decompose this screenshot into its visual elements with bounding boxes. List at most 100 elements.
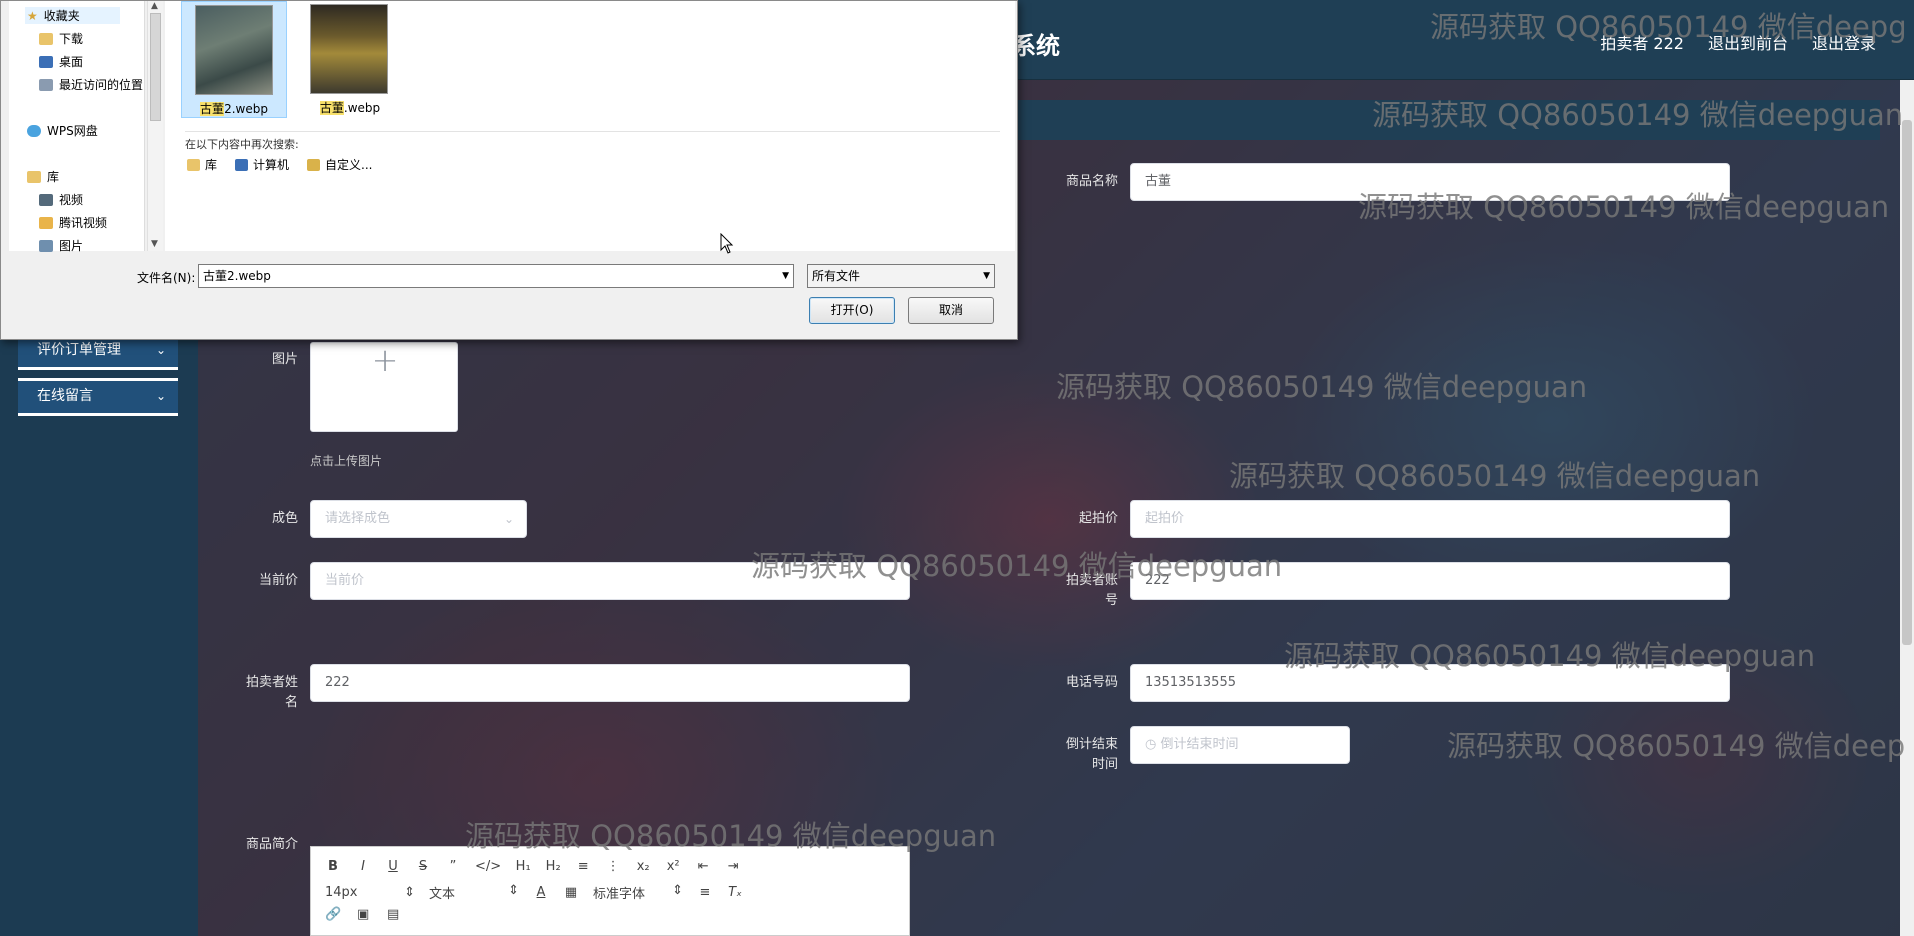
star-icon: ★ bbox=[27, 8, 38, 23]
cloud-icon bbox=[27, 124, 41, 137]
seller-name-label: 拍卖者姓名 bbox=[245, 675, 298, 710]
filename-value: 古董2.webp bbox=[203, 269, 271, 283]
nav-item-downloads[interactable]: 下载 bbox=[39, 30, 83, 47]
dropdown-arrow-icon: ▼ bbox=[983, 271, 990, 281]
start-price-input[interactable]: 起拍价 bbox=[1130, 500, 1730, 538]
current-price-placeholder: 当前价 bbox=[325, 573, 365, 588]
dialog-nav-pane: ★ 收藏夹 下载 桌面 最近访问的位置 WPS网盘 库 视频 腾讯视频 图片 bbox=[9, 1, 145, 254]
library-icon bbox=[27, 170, 41, 183]
video-icon[interactable]: ▤ bbox=[385, 907, 401, 922]
bold-icon[interactable]: B bbox=[325, 859, 341, 874]
nav-item-recent[interactable]: 最近访问的位置 bbox=[39, 76, 143, 93]
nav-label: 最近访问的位置 bbox=[59, 78, 144, 92]
search-link-library[interactable]: 库 bbox=[187, 156, 217, 173]
nav-label: 库 bbox=[47, 170, 60, 184]
open-button[interactable]: 打开(O) bbox=[809, 297, 895, 324]
nav-scrollbar[interactable]: ▲ ▼ bbox=[147, 1, 163, 251]
superscript-icon[interactable]: x² bbox=[665, 859, 681, 874]
header-1-icon[interactable]: H₁ bbox=[515, 859, 531, 874]
nav-scrollbar-thumb[interactable] bbox=[150, 13, 161, 121]
font-size-value: 14px bbox=[325, 885, 358, 900]
background-color-icon[interactable]: ▦ bbox=[563, 885, 579, 900]
bullet-list-icon[interactable]: ⋮ bbox=[605, 859, 621, 874]
font-color-icon[interactable]: A bbox=[533, 885, 549, 900]
cancel-button[interactable]: 取消 bbox=[908, 297, 994, 324]
custom-folder-icon bbox=[307, 158, 321, 171]
computer-icon bbox=[235, 158, 249, 171]
file-thumbnail bbox=[195, 5, 273, 95]
countdown-placeholder: 倒计结束时间 bbox=[1160, 737, 1239, 752]
filetype-select[interactable]: 所有文件 ▼ bbox=[807, 264, 995, 288]
search-link-label: 自定义... bbox=[325, 158, 373, 172]
clear-format-icon[interactable]: Tₓ bbox=[727, 885, 743, 900]
watermark: 源码获取 QQ86050149 微信deep bbox=[1447, 729, 1906, 763]
nav-item-desktop[interactable]: 桌面 bbox=[39, 53, 83, 70]
dropdown-arrow-icon[interactable]: ▼ bbox=[782, 265, 789, 287]
outdent-icon[interactable]: ⇤ bbox=[695, 859, 711, 874]
updown-icon: ⇕ bbox=[508, 883, 519, 898]
link-icon[interactable]: 🔗 bbox=[325, 907, 341, 922]
watermark: 源码获取 QQ86050149 微信deepguan bbox=[1284, 639, 1816, 673]
header-2-icon[interactable]: H₂ bbox=[545, 859, 561, 874]
seller-name-value: 222 bbox=[325, 675, 350, 690]
sidebar-item-label: 评价订单管理 bbox=[37, 342, 121, 358]
nav-label: WPS网盘 bbox=[47, 124, 98, 138]
scroll-up-icon[interactable]: ▲ bbox=[151, 1, 158, 11]
nav-item-videos[interactable]: 视频 bbox=[39, 191, 83, 208]
subscript-icon[interactable]: x₂ bbox=[635, 859, 651, 874]
phone-value: 13513513555 bbox=[1145, 675, 1236, 690]
indent-icon[interactable]: ⇥ bbox=[725, 859, 741, 874]
mouse-pointer-icon bbox=[720, 233, 734, 254]
nav-item-library[interactable]: 库 bbox=[27, 168, 59, 185]
blockquote-icon[interactable]: ” bbox=[445, 859, 461, 874]
search-link-computer[interactable]: 计算机 bbox=[235, 156, 289, 173]
file-name-rest: .webp bbox=[343, 101, 381, 115]
font-size-select[interactable]: 14px ⇕ bbox=[325, 885, 415, 900]
search-link-custom[interactable]: 自定义... bbox=[307, 156, 372, 173]
strike-icon[interactable]: S bbox=[415, 859, 431, 874]
filename-input[interactable]: 古董2.webp ▼ bbox=[198, 264, 794, 288]
sidebar-item-messages[interactable]: 在线留言 ⌄ bbox=[18, 378, 178, 416]
seller-name-input[interactable]: 222 bbox=[310, 664, 910, 702]
text-style-value: 文本 bbox=[429, 887, 456, 902]
nav-item-wps[interactable]: WPS网盘 bbox=[27, 122, 98, 139]
file-item[interactable]: 古董.webp bbox=[297, 1, 403, 118]
image-icon[interactable]: ▣ bbox=[355, 907, 371, 922]
nav-label: 图片 bbox=[59, 239, 84, 253]
scroll-down-icon[interactable]: ▼ bbox=[151, 239, 158, 249]
nav-item-tencent-video[interactable]: 腾讯视频 bbox=[39, 214, 107, 231]
nav-item-pictures[interactable]: 图片 bbox=[39, 237, 83, 254]
nav-label: 收藏夹 bbox=[43, 9, 80, 23]
italic-icon[interactable]: I bbox=[355, 859, 371, 874]
font-family-value: 标准字体 bbox=[593, 887, 646, 902]
filetype-value: 所有文件 bbox=[812, 269, 861, 283]
page-scrollbar-thumb[interactable] bbox=[1902, 120, 1912, 645]
search-again-label: 在以下内容中再次搜索: bbox=[185, 131, 1000, 152]
file-name-rest: 2.webp bbox=[224, 102, 268, 116]
underline-icon[interactable]: U bbox=[385, 859, 401, 874]
start-price-placeholder: 起拍价 bbox=[1145, 511, 1185, 526]
image-upload-box[interactable]: + bbox=[310, 342, 458, 432]
rich-text-editor: B I U S ” </> H₁ H₂ ≡ ⋮ x₂ x² ⇤ ⇥ 14px ⇕ … bbox=[310, 846, 910, 936]
align-icon[interactable]: ≡ bbox=[697, 885, 713, 900]
condition-placeholder: 请选择成色 bbox=[325, 511, 391, 526]
condition-select[interactable]: 请选择成色 ⌄ bbox=[310, 500, 527, 538]
condition-label: 成色 bbox=[271, 511, 298, 526]
file-name-highlight: 古董 bbox=[200, 102, 225, 116]
file-thumbnail bbox=[310, 4, 388, 94]
nav-item-favorites[interactable]: ★ 收藏夹 bbox=[25, 7, 120, 24]
desktop-icon bbox=[39, 55, 53, 68]
clock-icon: ◷ bbox=[1145, 737, 1157, 752]
current-price-label: 当前价 bbox=[258, 573, 298, 588]
countdown-label: 倒计结束时间 bbox=[1065, 737, 1118, 772]
page-scrollbar[interactable] bbox=[1900, 80, 1914, 936]
text-style-select[interactable]: 文本 ⇕ bbox=[429, 883, 519, 902]
filename-label: 文件名(N): bbox=[137, 271, 196, 285]
phone-label: 电话号码 bbox=[1065, 675, 1118, 690]
chevron-down-icon: ⌄ bbox=[155, 389, 166, 403]
countdown-datetime-input[interactable]: ◷ 倒计结束时间 bbox=[1130, 726, 1350, 764]
code-icon[interactable]: </> bbox=[475, 859, 501, 874]
file-item[interactable]: 古董2.webp bbox=[181, 1, 287, 118]
font-family-select[interactable]: 标准字体 ⇕ bbox=[593, 883, 683, 902]
ordered-list-icon[interactable]: ≡ bbox=[575, 859, 591, 874]
